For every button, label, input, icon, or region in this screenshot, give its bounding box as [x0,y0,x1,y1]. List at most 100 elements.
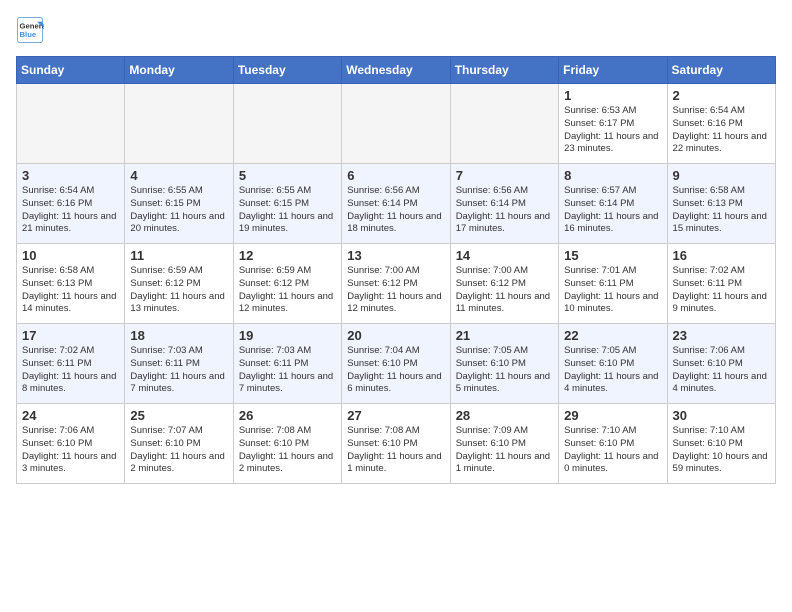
day-number: 16 [673,248,770,263]
weekday-header-monday: Monday [125,57,233,84]
calendar-cell: 7 Sunrise: 6:56 AM Sunset: 6:14 PM Daylig… [450,164,558,244]
day-number: 20 [347,328,444,343]
week-row-1: 1 Sunrise: 6:53 AM Sunset: 6:17 PM Daylig… [17,84,776,164]
calendar-cell [342,84,450,164]
calendar-cell: 13 Sunrise: 7:00 AM Sunset: 6:12 PM Dayli… [342,244,450,324]
weekday-header-sunday: Sunday [17,57,125,84]
day-number: 26 [239,408,336,423]
day-number: 21 [456,328,553,343]
calendar-cell: 30 Sunrise: 7:10 AM Sunset: 6:10 PM Dayli… [667,404,775,484]
day-info: Sunrise: 6:54 AM Sunset: 6:16 PM Dayligh… [22,185,119,236]
day-number: 25 [130,408,227,423]
calendar-cell: 24 Sunrise: 7:06 AM Sunset: 6:10 PM Dayli… [17,404,125,484]
day-number: 19 [239,328,336,343]
calendar-cell: 8Sunrise: 6:57 AM Sunset: 6:14 PM Daylig… [559,164,667,244]
day-info: Sunrise: 6:56 AM Sunset: 6:14 PM Dayligh… [456,185,553,236]
calendar-cell: 12 Sunrise: 6:59 AM Sunset: 6:12 PM Dayli… [233,244,341,324]
logo-icon: General Blue [16,16,44,44]
day-number: 7 [456,168,553,183]
calendar-cell: 29 Sunrise: 7:10 AM Sunset: 6:10 PM Dayli… [559,404,667,484]
weekday-header-saturday: Saturday [667,57,775,84]
calendar-cell: 16 Sunrise: 7:02 AM Sunset: 6:11 PM Dayli… [667,244,775,324]
day-info: Sunrise: 6:59 AM Sunset: 6:12 PM Dayligh… [130,265,227,316]
day-number: 18 [130,328,227,343]
weekday-header-thursday: Thursday [450,57,558,84]
day-number: 17 [22,328,119,343]
day-info: Sunrise: 7:04 AM Sunset: 6:10 PM Dayligh… [347,345,444,396]
calendar-cell: 21 Sunrise: 7:05 AM Sunset: 6:10 PM Dayli… [450,324,558,404]
day-number: 4 [130,168,227,183]
week-row-4: 17Sunrise: 7:02 AM Sunset: 6:11 PM Dayli… [17,324,776,404]
day-info: Sunrise: 7:05 AM Sunset: 6:10 PM Dayligh… [456,345,553,396]
day-info: Sunrise: 6:57 AM Sunset: 6:14 PM Dayligh… [564,185,661,236]
day-number: 13 [347,248,444,263]
day-number: 1 [564,88,661,103]
day-info: Sunrise: 7:03 AM Sunset: 6:11 PM Dayligh… [239,345,336,396]
calendar-cell [17,84,125,164]
weekday-header-wednesday: Wednesday [342,57,450,84]
day-number: 24 [22,408,119,423]
week-row-2: 3 Sunrise: 6:54 AM Sunset: 6:16 PM Daylig… [17,164,776,244]
calendar-cell: 11 Sunrise: 6:59 AM Sunset: 6:12 PM Dayli… [125,244,233,324]
day-number: 29 [564,408,661,423]
day-number: 9 [673,168,770,183]
logo: General Blue [16,16,48,44]
day-number: 3 [22,168,119,183]
calendar-cell [233,84,341,164]
day-number: 28 [456,408,553,423]
weekday-header-friday: Friday [559,57,667,84]
day-info: Sunrise: 6:59 AM Sunset: 6:12 PM Dayligh… [239,265,336,316]
day-info: Sunrise: 6:58 AM Sunset: 6:13 PM Dayligh… [22,265,119,316]
calendar-cell: 26Sunrise: 7:08 AM Sunset: 6:10 PM Dayli… [233,404,341,484]
calendar-cell: 19 Sunrise: 7:03 AM Sunset: 6:11 PM Dayli… [233,324,341,404]
calendar-cell: 25 Sunrise: 7:07 AM Sunset: 6:10 PM Dayli… [125,404,233,484]
calendar-cell: 15Sunrise: 7:01 AM Sunset: 6:11 PM Dayli… [559,244,667,324]
day-number: 11 [130,248,227,263]
day-info: Sunrise: 7:09 AM Sunset: 6:10 PM Dayligh… [456,425,553,476]
calendar-cell: 5 Sunrise: 6:55 AM Sunset: 6:15 PM Daylig… [233,164,341,244]
day-number: 27 [347,408,444,423]
day-number: 14 [456,248,553,263]
day-number: 23 [673,328,770,343]
calendar-cell: 23 Sunrise: 7:06 AM Sunset: 6:10 PM Dayli… [667,324,775,404]
day-info: Sunrise: 7:03 AM Sunset: 6:11 PM Dayligh… [130,345,227,396]
calendar-cell: 18 Sunrise: 7:03 AM Sunset: 6:11 PM Dayli… [125,324,233,404]
day-info: Sunrise: 7:01 AM Sunset: 6:11 PM Dayligh… [564,265,661,316]
day-info: Sunrise: 7:10 AM Sunset: 6:10 PM Dayligh… [673,425,770,476]
day-info: Sunrise: 7:07 AM Sunset: 6:10 PM Dayligh… [130,425,227,476]
day-info: Sunrise: 6:54 AM Sunset: 6:16 PM Dayligh… [673,105,770,156]
header: General Blue [16,16,776,44]
day-info: Sunrise: 7:02 AM Sunset: 6:11 PM Dayligh… [673,265,770,316]
calendar-cell: 27 Sunrise: 7:08 AM Sunset: 6:10 PM Dayli… [342,404,450,484]
calendar-cell: 6Sunrise: 6:56 AM Sunset: 6:14 PM Daylig… [342,164,450,244]
day-number: 2 [673,88,770,103]
day-info: Sunrise: 7:06 AM Sunset: 6:10 PM Dayligh… [673,345,770,396]
calendar-cell: 2 Sunrise: 6:54 AM Sunset: 6:16 PM Daylig… [667,84,775,164]
day-number: 22 [564,328,661,343]
calendar-cell: 17Sunrise: 7:02 AM Sunset: 6:11 PM Dayli… [17,324,125,404]
day-info: Sunrise: 7:10 AM Sunset: 6:10 PM Dayligh… [564,425,661,476]
day-info: Sunrise: 6:53 AM Sunset: 6:17 PM Dayligh… [564,105,661,156]
calendar-cell: 3 Sunrise: 6:54 AM Sunset: 6:16 PM Daylig… [17,164,125,244]
day-info: Sunrise: 6:55 AM Sunset: 6:15 PM Dayligh… [239,185,336,236]
day-number: 6 [347,168,444,183]
weekday-header-tuesday: Tuesday [233,57,341,84]
day-info: Sunrise: 7:06 AM Sunset: 6:10 PM Dayligh… [22,425,119,476]
weekday-header-row: SundayMondayTuesdayWednesdayThursdayFrid… [17,57,776,84]
day-info: Sunrise: 7:05 AM Sunset: 6:10 PM Dayligh… [564,345,661,396]
calendar-table: SundayMondayTuesdayWednesdayThursdayFrid… [16,56,776,484]
calendar-cell: 9Sunrise: 6:58 AM Sunset: 6:13 PM Daylig… [667,164,775,244]
week-row-5: 24 Sunrise: 7:06 AM Sunset: 6:10 PM Dayli… [17,404,776,484]
day-info: Sunrise: 7:00 AM Sunset: 6:12 PM Dayligh… [347,265,444,316]
day-info: Sunrise: 6:55 AM Sunset: 6:15 PM Dayligh… [130,185,227,236]
calendar-cell: 14Sunrise: 7:00 AM Sunset: 6:12 PM Dayli… [450,244,558,324]
calendar-cell: 22 Sunrise: 7:05 AM Sunset: 6:10 PM Dayli… [559,324,667,404]
day-number: 12 [239,248,336,263]
svg-text:Blue: Blue [20,30,37,39]
calendar-cell [450,84,558,164]
day-number: 30 [673,408,770,423]
calendar-cell: 1 Sunrise: 6:53 AM Sunset: 6:17 PM Daylig… [559,84,667,164]
day-number: 5 [239,168,336,183]
calendar-cell: 10Sunrise: 6:58 AM Sunset: 6:13 PM Dayli… [17,244,125,324]
day-info: Sunrise: 7:08 AM Sunset: 6:10 PM Dayligh… [347,425,444,476]
